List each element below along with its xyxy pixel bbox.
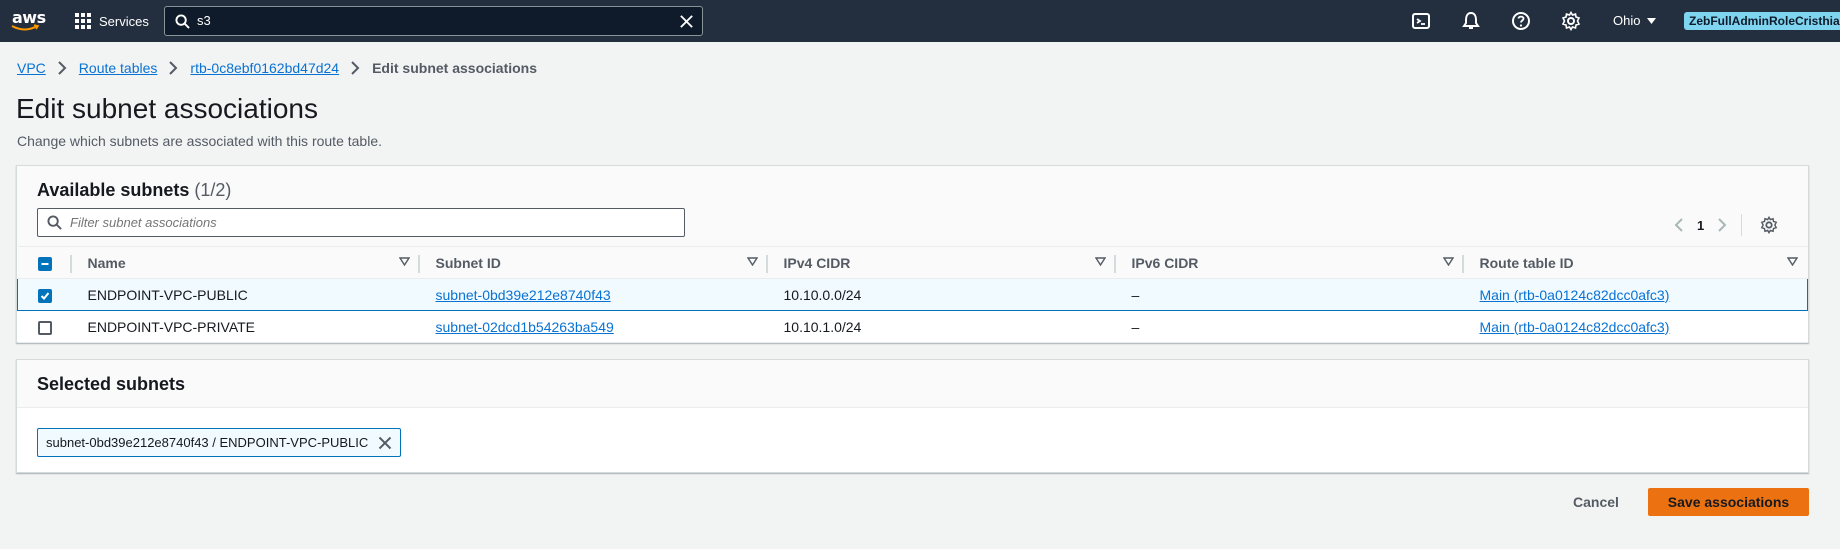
cloudshell-icon[interactable] <box>1411 11 1431 31</box>
route-table-link[interactable]: Main (rtb-0a0124c82dcc0afc3) <box>1480 287 1670 303</box>
available-subnets-title: Available subnets (1/2) <box>37 180 231 201</box>
services-label: Services <box>99 13 149 29</box>
search-icon <box>47 215 62 230</box>
help-icon[interactable] <box>1511 11 1531 31</box>
next-page-icon[interactable] <box>1718 218 1727 232</box>
page-number[interactable]: 1 <box>1697 218 1704 233</box>
chevron-right-icon <box>351 61 360 75</box>
region-selector[interactable]: Ohio <box>1613 13 1657 28</box>
ipv4-cidr: 10.10.0.0/24 <box>767 278 1116 311</box>
ipv6-cidr: – <box>1115 278 1464 311</box>
filter-input[interactable] <box>70 215 670 230</box>
sort-icon[interactable] <box>1442 257 1454 266</box>
pagination: 1 <box>1674 214 1778 236</box>
available-subnets-panel: Available subnets (1/2) 1 <box>16 165 1809 343</box>
previous-page-icon[interactable] <box>1674 218 1683 232</box>
row-select-cell <box>17 278 72 311</box>
selected-subnets-header: Selected subnets <box>17 360 1808 408</box>
available-subnets-header: Available subnets (1/2) 1 <box>17 166 1808 246</box>
search-icon <box>175 14 190 29</box>
top-navigation: aws Services s3 Ohio ZebFullAdminRoleCri… <box>0 0 1840 42</box>
column-header-name[interactable]: Name <box>71 246 420 279</box>
grid-icon <box>75 13 91 29</box>
row-checkbox[interactable] <box>37 320 52 335</box>
subnet-id-link[interactable]: subnet-02dcd1b54263ba549 <box>436 319 614 335</box>
subnet-name: ENDPOINT-VPC-PRIVATE <box>71 310 420 343</box>
breadcrumb-route-tables[interactable]: Route tables <box>79 60 158 76</box>
page-title: Edit subnet associations <box>16 93 318 124</box>
global-search-input[interactable] <box>197 13 657 28</box>
selection-count: (1/2) <box>194 180 232 200</box>
route-table-link[interactable]: Main (rtb-0a0124c82dcc0afc3) <box>1480 319 1670 335</box>
select-all-checkbox[interactable] <box>37 256 52 271</box>
column-label: Subnet ID <box>435 254 501 271</box>
table-row[interactable]: ENDPOINT-VPC-PUBLIC subnet-0bd39e212e874… <box>17 278 1808 311</box>
account-role-badge[interactable]: ZebFullAdminRoleCristhian <box>1684 12 1840 30</box>
aws-smile-icon <box>11 24 40 31</box>
pager-divider <box>1741 214 1743 236</box>
row-select-cell <box>17 310 72 343</box>
breadcrumb: VPC Route tables rtb-0c8ebf0162bd47d24 E… <box>17 60 537 76</box>
breadcrumb-vpc[interactable]: VPC <box>17 60 46 76</box>
filter-box[interactable] <box>37 208 685 237</box>
subnet-id-link[interactable]: subnet-0bd39e212e8740f43 <box>436 287 611 303</box>
global-search[interactable] <box>164 6 703 36</box>
column-header-subnet-id[interactable]: Subnet ID <box>419 246 768 279</box>
column-header-route-table-id[interactable]: Route table ID <box>1463 246 1808 279</box>
sort-icon[interactable] <box>746 257 758 266</box>
region-label: Ohio <box>1613 13 1641 28</box>
selected-subnets-title: Selected subnets <box>37 374 186 394</box>
subnet-name: ENDPOINT-VPC-PUBLIC <box>71 278 420 311</box>
available-subnets-title-text: Available subnets <box>37 180 190 200</box>
column-header-ipv6-cidr[interactable]: IPv6 CIDR <box>1115 246 1464 279</box>
bell-icon[interactable] <box>1461 11 1481 31</box>
services-menu-button[interactable]: Services <box>75 10 149 32</box>
column-label: Route table ID <box>1479 254 1574 271</box>
column-header-ipv4-cidr[interactable]: IPv4 CIDR <box>767 246 1116 279</box>
subnet-id-cell: subnet-02dcd1b54263ba549 <box>419 310 768 343</box>
caret-down-icon <box>1647 17 1657 24</box>
sort-icon[interactable] <box>1786 257 1798 266</box>
subnet-id-cell: subnet-0bd39e212e8740f43 <box>419 278 768 311</box>
column-label: Name <box>87 254 126 271</box>
page-description: Change which subnets are associated with… <box>17 133 382 149</box>
settings-icon[interactable] <box>1561 11 1581 31</box>
chevron-right-icon <box>58 61 67 75</box>
sort-icon[interactable] <box>1094 257 1106 266</box>
row-checkbox[interactable] <box>38 288 52 303</box>
select-all-header <box>17 246 72 279</box>
subnets-table: Name Subnet ID IPv4 CIDR IPv6 CIDR Route… <box>17 246 1808 343</box>
table-header-row: Name Subnet ID IPv4 CIDR IPv6 CIDR Route… <box>17 246 1808 279</box>
aws-logo[interactable]: aws <box>11 6 46 36</box>
selected-subnet-token: subnet-0bd39e212e8740f43 / ENDPOINT-VPC-… <box>37 428 402 457</box>
column-label: IPv6 CIDR <box>1131 254 1199 271</box>
chevron-right-icon <box>169 61 178 75</box>
table-preferences-icon[interactable] <box>1760 216 1778 234</box>
save-associations-button[interactable]: Save associations <box>1648 488 1809 516</box>
cancel-button[interactable]: Cancel <box>1560 488 1632 516</box>
route-table-cell: Main (rtb-0a0124c82dcc0afc3) <box>1463 310 1808 343</box>
sort-icon[interactable] <box>398 257 410 266</box>
column-label: IPv4 CIDR <box>783 254 851 271</box>
breadcrumb-route-table-id[interactable]: rtb-0c8ebf0162bd47d24 <box>190 60 339 76</box>
breadcrumb-current: Edit subnet associations <box>372 60 538 76</box>
ipv4-cidr: 10.10.1.0/24 <box>767 310 1116 343</box>
ipv6-cidr: – <box>1115 310 1464 343</box>
table-row[interactable]: ENDPOINT-VPC-PRIVATE subnet-02dcd1b54263… <box>17 310 1808 343</box>
selected-subnets-panel: Selected subnets subnet-0bd39e212e8740f4… <box>16 359 1809 473</box>
remove-token-icon[interactable] <box>378 436 392 450</box>
route-table-cell: Main (rtb-0a0124c82dcc0afc3) <box>1463 278 1808 311</box>
clear-search-icon[interactable] <box>679 14 694 29</box>
token-label: subnet-0bd39e212e8740f43 / ENDPOINT-VPC-… <box>46 435 369 450</box>
